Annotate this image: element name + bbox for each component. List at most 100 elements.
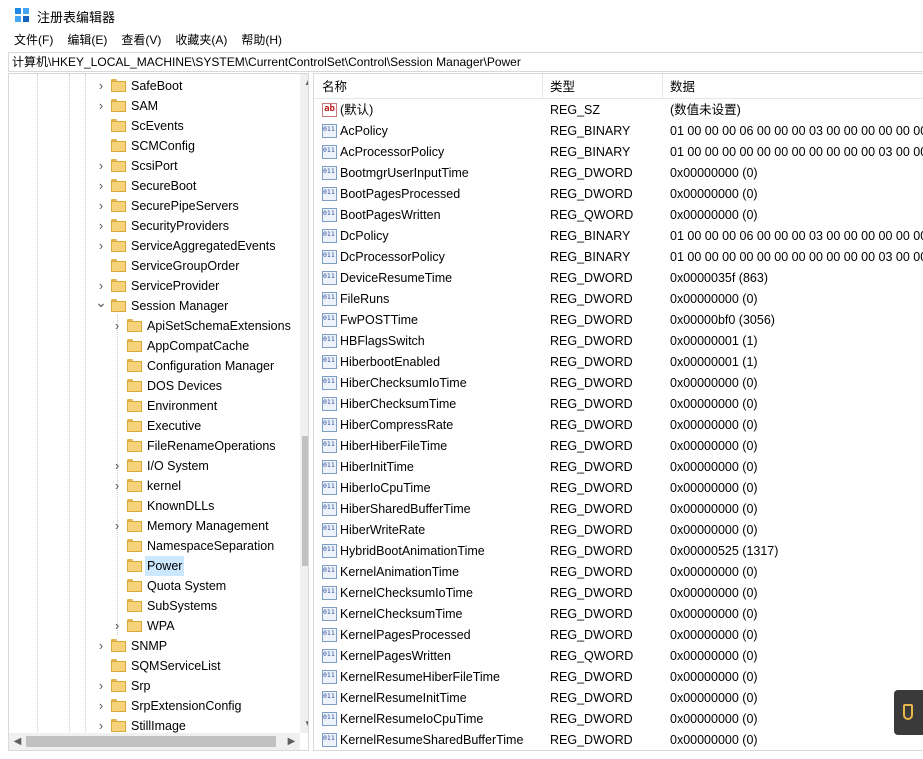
tree-item[interactable]: › I/O System <box>9 456 292 476</box>
value-row[interactable]: 011 110HiberHiberFileTime REG_DWORD 0x0000… <box>314 436 923 457</box>
address-bar[interactable]: 计算机\HKEY_LOCAL_MACHINE\SYSTEM\CurrentCon… <box>8 52 923 72</box>
chevron-right-icon[interactable]: › <box>95 156 107 176</box>
menu-favorites[interactable]: 收藏夹(A) <box>168 30 234 51</box>
value-row[interactable]: 011 110HiberInitTime REG_DWORD 0x00000000 … <box>314 457 923 478</box>
tree-item[interactable]: FileRenameOperations <box>9 436 292 456</box>
tree-item[interactable]: › SecurityProviders <box>9 216 292 236</box>
tree-item[interactable]: › kernel <box>9 476 292 496</box>
tree-item[interactable]: Power <box>9 556 292 576</box>
tree-item[interactable]: SCMConfig <box>9 136 292 156</box>
value-row[interactable]: 011 110KernelAnimationTime REG_DWORD 0x000… <box>314 562 923 583</box>
scroll-right-arrow-icon[interactable]: ▶ <box>283 733 300 750</box>
value-row[interactable]: 011 110KernelResumeIoCpuTime REG_DWORD 0x0… <box>314 709 923 730</box>
value-row[interactable]: 011 110HiberChecksumTime REG_DWORD 0x00000… <box>314 394 923 415</box>
tree-item[interactable]: › ServiceProvider <box>9 276 292 296</box>
menu-view[interactable]: 查看(V) <box>114 30 168 51</box>
chevron-right-icon[interactable]: › <box>95 76 107 96</box>
menu-edit[interactable]: 编辑(E) <box>60 30 114 51</box>
chevron-right-icon[interactable]: › <box>111 456 123 476</box>
value-row[interactable]: 011 110KernelPagesWritten REG_QWORD 0x0000… <box>314 646 923 667</box>
value-row[interactable]: 011 110BootmgrUserInputTime REG_DWORD 0x00… <box>314 163 923 184</box>
column-header-type[interactable]: 类型 <box>542 74 575 100</box>
floating-usb-button[interactable] <box>894 690 923 735</box>
tree-item[interactable]: › Memory Management <box>9 516 292 536</box>
tree-item[interactable]: › SNMP <box>9 636 292 656</box>
tree-vertical-scrollbar[interactable]: ▲ ▼ <box>300 74 308 733</box>
value-row[interactable]: 011 110KernelPagesProcessed REG_DWORD 0x00… <box>314 625 923 646</box>
value-row[interactable]: 011 110FwPOSTTime REG_DWORD 0x00000bf0 (30… <box>314 310 923 331</box>
value-row[interactable]: 011 110KernelResumeInitTime REG_DWORD 0x00… <box>314 688 923 709</box>
value-row[interactable]: 011 110FileRuns REG_DWORD 0x00000000 (0) <box>314 289 923 310</box>
value-row[interactable]: 011 110HBFlagsSwitch REG_DWORD 0x00000001 … <box>314 331 923 352</box>
chevron-right-icon[interactable]: › <box>95 96 107 116</box>
tree-item[interactable]: ⌄ Session Manager <box>9 295 292 316</box>
tree-hscroll-thumb[interactable] <box>26 736 276 747</box>
column-header-data[interactable]: 数据 <box>662 74 695 100</box>
tree-item[interactable]: KnownDLLs <box>9 496 292 516</box>
tree-horizontal-scrollbar[interactable]: ◀ ▶ <box>9 733 300 750</box>
menu-file[interactable]: 文件(F) <box>7 30 60 51</box>
value-row[interactable]: 011 110AcPolicy REG_BINARY 01 00 00 00 06 … <box>314 121 923 142</box>
scroll-up-arrow-icon[interactable]: ▲ <box>300 74 308 91</box>
value-row[interactable]: 011 110HiberWriteRate REG_DWORD 0x00000000… <box>314 520 923 541</box>
title-bar[interactable]: 注册表编辑器 <box>0 0 923 30</box>
chevron-right-icon[interactable]: › <box>111 316 123 336</box>
tree-scroll-thumb[interactable] <box>302 436 308 566</box>
tree-item[interactable]: ServiceGroupOrder <box>9 256 292 276</box>
value-row[interactable]: 011 110HybridBootAnimationTime REG_DWORD 0… <box>314 541 923 562</box>
scroll-down-arrow-icon[interactable]: ▼ <box>300 716 308 733</box>
chevron-right-icon[interactable]: › <box>95 216 107 236</box>
value-row[interactable]: 011 110DcProcessorPolicy REG_BINARY 01 00 … <box>314 247 923 268</box>
value-row[interactable]: 011 110KernelChecksumIoTime REG_DWORD 0x00… <box>314 583 923 604</box>
value-row[interactable]: 011 110BootPagesProcessed REG_DWORD 0x0000… <box>314 184 923 205</box>
tree-item[interactable]: NamespaceSeparation <box>9 536 292 556</box>
chevron-right-icon[interactable]: › <box>111 476 123 496</box>
value-row[interactable]: 011 110KernelResumeSharedBufferTime REG_D… <box>314 730 923 750</box>
tree-item[interactable]: › ScsiPort <box>9 156 292 176</box>
chevron-right-icon[interactable]: › <box>95 176 107 196</box>
value-row[interactable]: 011 110HiberIoCpuTime REG_DWORD 0x00000000… <box>314 478 923 499</box>
menu-help[interactable]: 帮助(H) <box>234 30 289 51</box>
chevron-right-icon[interactable]: › <box>95 696 107 716</box>
chevron-down-icon[interactable]: ⌄ <box>95 295 107 316</box>
value-row[interactable]: 011 110AcProcessorPolicy REG_BINARY 01 00 … <box>314 142 923 163</box>
scroll-left-arrow-icon[interactable]: ◀ <box>9 733 26 750</box>
value-row[interactable]: 011 110KernelResumeHiberFileTime REG_DWOR… <box>314 667 923 688</box>
value-row[interactable]: 011 110BootPagesWritten REG_QWORD 0x000000… <box>314 205 923 226</box>
tree-item[interactable]: › Srp <box>9 676 292 696</box>
tree-item[interactable]: › SafeBoot <box>9 76 292 96</box>
chevron-right-icon[interactable]: › <box>95 676 107 696</box>
column-header-name[interactable]: 名称 <box>314 74 347 100</box>
value-row[interactable]: 011 110HiberSharedBufferTime REG_DWORD 0x0… <box>314 499 923 520</box>
tree-item[interactable]: SubSystems <box>9 596 292 616</box>
tree-item[interactable]: › SAM <box>9 96 292 116</box>
tree-item[interactable]: Executive <box>9 416 292 436</box>
chevron-right-icon[interactable]: › <box>95 636 107 656</box>
chevron-right-icon[interactable]: › <box>95 236 107 256</box>
value-row[interactable]: 011 110HiberChecksumIoTime REG_DWORD 0x000… <box>314 373 923 394</box>
chevron-right-icon[interactable]: › <box>111 616 123 636</box>
value-row[interactable]: 011 110KernelChecksumTime REG_DWORD 0x0000… <box>314 604 923 625</box>
tree-item[interactable]: Configuration Manager <box>9 356 292 376</box>
tree-item[interactable]: SQMServiceList <box>9 656 292 676</box>
value-row[interactable]: 011 110HiberCompressRate REG_DWORD 0x00000… <box>314 415 923 436</box>
chevron-right-icon[interactable]: › <box>95 196 107 216</box>
tree-item[interactable]: › SecureBoot <box>9 176 292 196</box>
tree-item[interactable]: › ApiSetSchemaExtensions <box>9 316 292 336</box>
tree-item[interactable]: › ServiceAggregatedEvents <box>9 236 292 256</box>
tree-item[interactable]: DOS Devices <box>9 376 292 396</box>
tree-item[interactable]: ScEvents <box>9 116 292 136</box>
value-row[interactable]: 011 110HiberbootEnabled REG_DWORD 0x000000… <box>314 352 923 373</box>
tree-item[interactable]: › SrpExtensionConfig <box>9 696 292 716</box>
tree-item[interactable]: › SecurePipeServers <box>9 196 292 216</box>
tree-item[interactable]: Environment <box>9 396 292 416</box>
chevron-right-icon[interactable]: › <box>111 516 123 536</box>
chevron-right-icon[interactable]: › <box>95 276 107 296</box>
value-row[interactable]: 011 110DeviceResumeTime REG_DWORD 0x000003… <box>314 268 923 289</box>
value-row[interactable]: 011 110DcPolicy REG_BINARY 01 00 00 00 06 … <box>314 226 923 247</box>
tree-item[interactable]: Quota System <box>9 576 292 596</box>
tree-item[interactable]: AppCompatCache <box>9 336 292 356</box>
value-row[interactable]: ab (默认) REG_SZ (数值未设置) <box>314 100 923 121</box>
tree-item[interactable]: › WPA <box>9 616 292 636</box>
binary-value-icon: 011 110 <box>322 292 337 306</box>
